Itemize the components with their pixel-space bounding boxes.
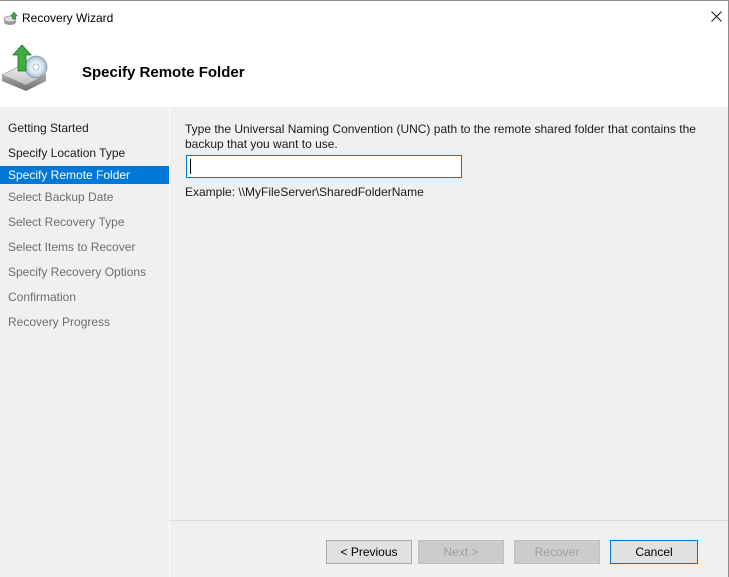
previous-button[interactable]: < Previous bbox=[326, 540, 412, 564]
nav-step-specify-remote-folder[interactable]: Specify Remote Folder bbox=[0, 166, 169, 184]
nav-step-getting-started[interactable]: Getting Started bbox=[0, 119, 169, 137]
close-button[interactable] bbox=[704, 1, 728, 35]
nav-step-select-items-to-recover: Select Items to Recover bbox=[8, 240, 136, 254]
wizard-step-nav: Getting Started Specify Location Type Sp… bbox=[0, 107, 169, 577]
text-caret bbox=[190, 159, 191, 174]
instructions-text: Type the Universal Naming Convention (UN… bbox=[185, 122, 696, 151]
recovery-wizard-app-icon bbox=[3, 11, 19, 27]
cancel-button[interactable]: Cancel bbox=[610, 540, 698, 564]
window-title: Recovery Wizard bbox=[22, 11, 114, 25]
close-icon bbox=[710, 11, 722, 25]
recover-button[interactable]: Recover bbox=[514, 540, 600, 564]
example-path-text: Example: \\MyFileServer\SharedFolderName bbox=[185, 185, 424, 199]
nav-step-specify-location-type[interactable]: Specify Location Type bbox=[0, 144, 169, 162]
title-bar: Recovery Wizard bbox=[0, 1, 728, 35]
page-title: Specify Remote Folder bbox=[82, 64, 245, 81]
nav-step-confirmation: Confirmation bbox=[8, 290, 77, 304]
recovery-wizard-window: Recovery Wizard Specify Remote Folder Ge… bbox=[0, 0, 729, 577]
wizard-content: Type the Universal Naming Convention (UN… bbox=[169, 107, 728, 520]
nav-step-recovery-progress: Recovery Progress bbox=[8, 315, 111, 329]
nav-step-select-backup-date: Select Backup Date bbox=[8, 190, 114, 204]
unc-path-input[interactable] bbox=[186, 155, 462, 178]
backup-drive-icon bbox=[0, 41, 52, 93]
wizard-header: Specify Remote Folder bbox=[0, 35, 728, 107]
wizard-footer: < Previous Next > Recover Cancel bbox=[169, 520, 728, 577]
next-button[interactable]: Next > bbox=[418, 540, 504, 564]
nav-step-specify-recovery-options: Specify Recovery Options bbox=[8, 265, 147, 279]
nav-step-select-recovery-type: Select Recovery Type bbox=[8, 215, 125, 229]
